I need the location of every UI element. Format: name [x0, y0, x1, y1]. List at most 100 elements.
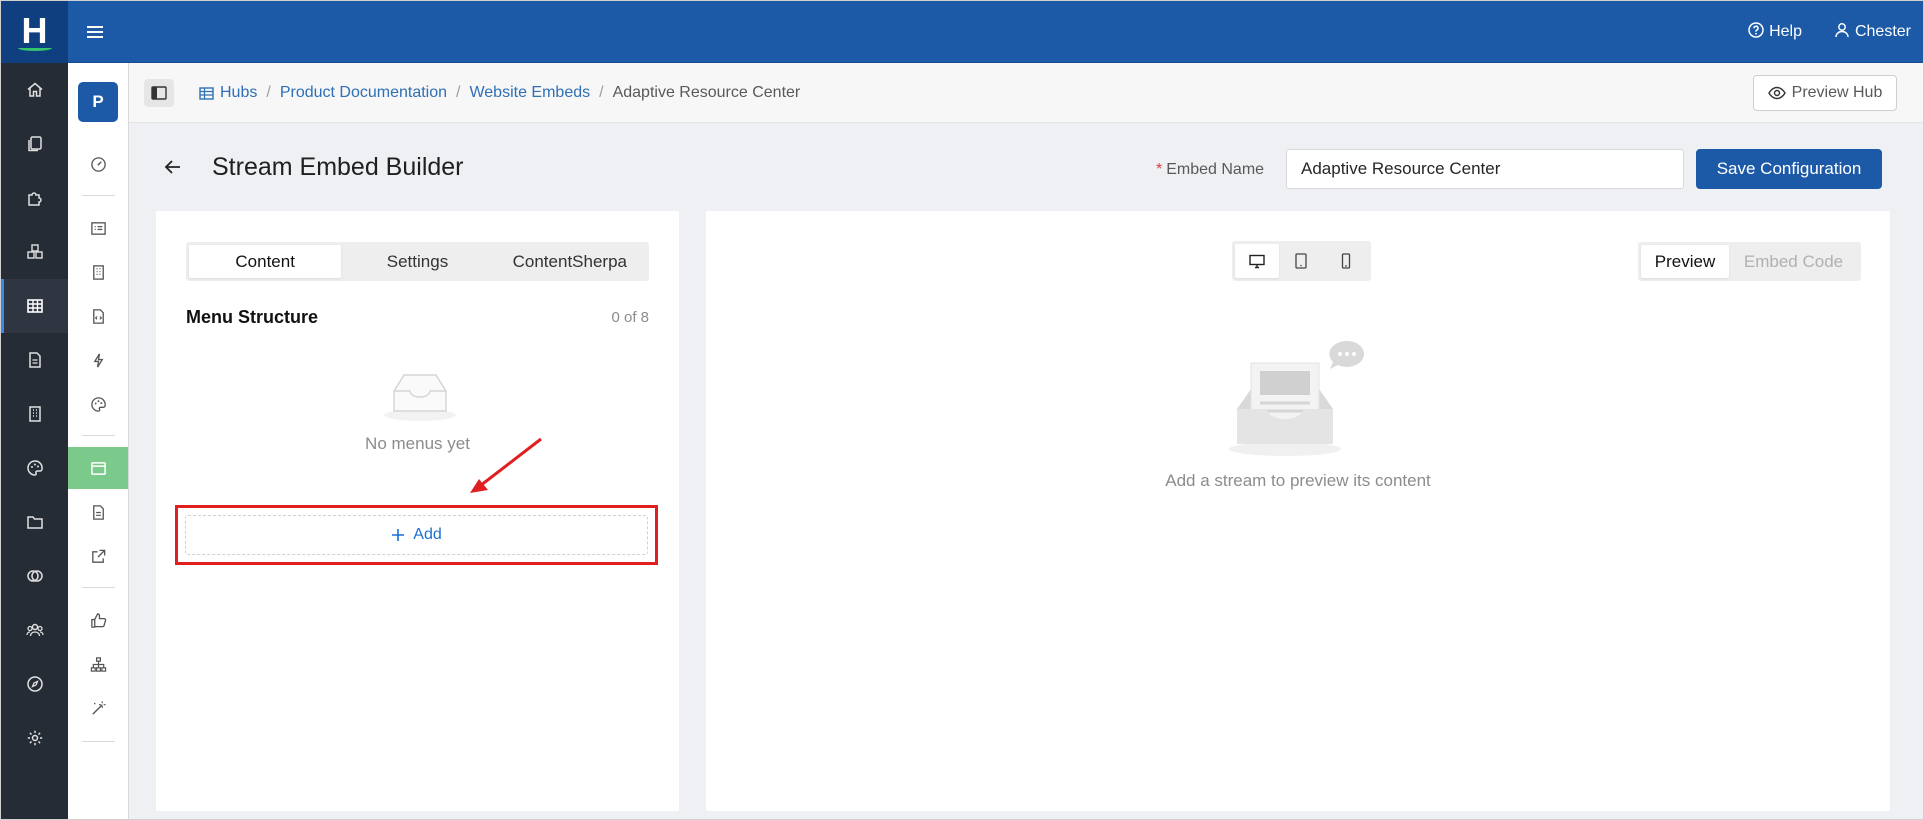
sub-item-list[interactable]	[68, 207, 128, 249]
view-tabs: Preview Embed Code	[1638, 242, 1861, 281]
magic-wand-icon	[91, 700, 106, 715]
sub-item-dashboard[interactable]	[68, 143, 128, 185]
tablet-icon	[1295, 253, 1308, 269]
rail-item-integrations[interactable]	[1, 549, 68, 603]
secondary-sidebar: P	[68, 63, 129, 819]
sub-item-share[interactable]	[68, 535, 128, 577]
rail-item-tables[interactable]	[1, 279, 68, 333]
rail-item-home[interactable]	[1, 63, 68, 117]
user-icon	[1834, 22, 1850, 43]
rail-item-themes[interactable]	[1, 441, 68, 495]
app-logo[interactable]: H	[1, 1, 68, 63]
desktop-icon	[1249, 254, 1265, 268]
palette-icon	[26, 460, 43, 476]
tab-embed-code[interactable]: Embed Code	[1729, 245, 1858, 278]
app-frame: H Help Chester P Hubs / Product Document…	[0, 0, 1924, 820]
rail-item-explore[interactable]	[1, 657, 68, 711]
desktop-view-button[interactable]	[1235, 244, 1280, 278]
sub-item-building[interactable]	[68, 251, 128, 293]
overlap-circles-icon	[26, 570, 43, 582]
hub-avatar[interactable]: P	[78, 82, 118, 122]
palette-icon	[90, 396, 106, 412]
folder-icon	[26, 516, 43, 529]
menu-structure-title: Menu Structure	[186, 307, 319, 327]
sub-item-pages[interactable]	[68, 491, 128, 533]
sub-item-hierarchy[interactable]	[68, 643, 128, 685]
mobile-view-button[interactable]	[1324, 244, 1368, 278]
rail-item-folders[interactable]	[1, 495, 68, 549]
help-link[interactable]: Help	[1748, 21, 1802, 43]
compass-icon	[26, 676, 43, 692]
top-right-actions: Help Chester	[1748, 1, 1911, 63]
preview-hub-label: Preview Hub	[1791, 84, 1883, 101]
tab-content[interactable]: Content	[189, 245, 342, 278]
breadcrumb-website-embeds[interactable]: Website Embeds	[469, 84, 590, 102]
embed-name-label-text: Embed Name	[1166, 161, 1265, 178]
annotation-arrow-icon	[470, 437, 542, 493]
list-icon	[90, 221, 106, 235]
rail-item-documents[interactable]	[1, 333, 68, 387]
breadcrumb-hubs-label: Hubs	[220, 84, 258, 101]
eye-icon	[1767, 86, 1786, 100]
breadcrumb-product-documentation[interactable]: Product Documentation	[280, 84, 447, 102]
rail-item-copy[interactable]	[1, 117, 68, 171]
document-icon	[92, 504, 104, 520]
breadcrumb-separator: /	[599, 84, 604, 101]
sub-divider	[82, 587, 115, 588]
home-icon	[27, 82, 42, 97]
copy-icon	[27, 136, 42, 152]
add-menu-button[interactable]: Add	[185, 515, 648, 555]
required-marker: *	[1156, 161, 1163, 178]
sitemap-icon	[90, 656, 106, 672]
thumbs-up-icon	[90, 612, 106, 628]
building-icon	[28, 406, 41, 422]
sub-item-embeds[interactable]	[68, 447, 128, 489]
code-file-icon	[92, 308, 104, 324]
document-icon	[28, 352, 41, 368]
back-arrow-icon[interactable]	[163, 157, 183, 177]
page-header: Stream Embed Builder *Embed Name Save Co…	[129, 123, 1923, 211]
sub-divider	[82, 741, 115, 742]
tab-settings[interactable]: Settings	[341, 245, 493, 278]
rail-item-plugins[interactable]	[1, 171, 68, 225]
tab-contentsherpa[interactable]: ContentSherpa	[494, 245, 646, 278]
empty-inbox-icon	[384, 374, 456, 421]
embed-name-input[interactable]	[1286, 149, 1684, 189]
sub-item-code-file[interactable]	[68, 295, 128, 337]
rail-item-settings[interactable]	[1, 711, 68, 765]
breadcrumb-hubs[interactable]: Hubs	[199, 84, 257, 102]
builder-tabs: Content Settings ContentSherpa	[186, 242, 649, 281]
device-switcher	[1232, 241, 1371, 281]
top-bar: H Help Chester	[1, 1, 1923, 63]
main-content: Hubs / Product Documentation / Website E…	[129, 63, 1923, 819]
settings-icon	[27, 730, 42, 746]
lightning-icon	[93, 353, 103, 367]
rail-item-cubes[interactable]	[1, 225, 68, 279]
preview-hub-button[interactable]: Preview Hub	[1753, 75, 1897, 111]
menu-count: 0 of 8	[611, 309, 649, 326]
primary-nav-rail	[1, 63, 68, 819]
tablet-view-button[interactable]	[1279, 244, 1323, 278]
sub-item-recommendations[interactable]	[68, 599, 128, 641]
rail-item-buildings[interactable]	[1, 387, 68, 441]
logo-swoosh	[17, 45, 52, 51]
sidebar-toggle-icon[interactable]	[144, 79, 174, 107]
sub-item-theme[interactable]	[68, 383, 128, 425]
tab-preview[interactable]: Preview	[1641, 245, 1729, 278]
menu-structure-panel: Content Settings ContentSherpa Menu Stru…	[156, 211, 679, 811]
breadcrumb-separator: /	[266, 84, 271, 101]
users-icon	[25, 623, 44, 637]
gauge-icon	[90, 156, 106, 172]
breadcrumb-current: Adaptive Resource Center	[612, 84, 801, 101]
hamburger-menu-icon[interactable]	[81, 18, 109, 46]
save-configuration-button[interactable]: Save Configuration	[1696, 149, 1882, 189]
rail-item-users[interactable]	[1, 603, 68, 657]
embed-name-label: * Embed Name	[1156, 161, 1264, 179]
sub-item-automation[interactable]	[68, 339, 128, 381]
breadcrumb-separator: /	[456, 84, 461, 101]
share-icon	[91, 549, 105, 563]
sub-item-magic[interactable]	[68, 687, 128, 729]
user-menu[interactable]: Chester	[1834, 22, 1911, 43]
logo-letter: H	[21, 10, 48, 51]
empty-menus-text: No menus yet	[365, 434, 470, 453]
